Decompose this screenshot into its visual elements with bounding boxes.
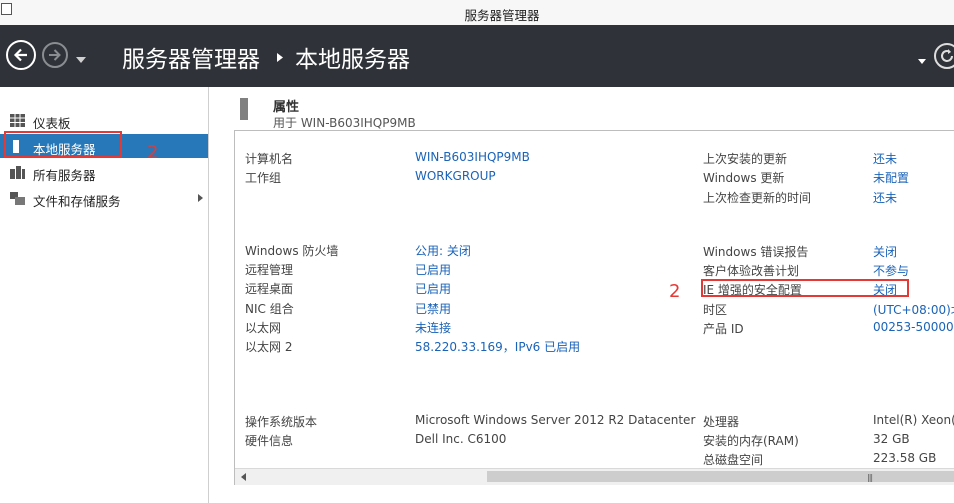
annotation-box <box>701 279 909 297</box>
prop-key: 远程管理 <box>245 263 294 277</box>
header-bar: 服务器管理器 本地服务器 <box>0 25 954 87</box>
prop-value-link[interactable]: 关闭 <box>873 243 897 260</box>
sidebar-item-label: 所有服务器 <box>33 168 96 183</box>
prop-value-link[interactable]: 还未 <box>873 150 897 167</box>
prop-value: 32 GB <box>873 432 910 446</box>
prop-value-link[interactable]: WORKGROUP <box>415 169 496 183</box>
prop-value-link[interactable]: 未配置 <box>873 169 909 186</box>
file-storage-icon <box>10 192 25 205</box>
prop-value-link[interactable]: (UTC+08:00)北 <box>873 301 954 318</box>
prop-value-link[interactable]: WIN-B603IHQP9MB <box>415 150 530 164</box>
horizontal-scrollbar[interactable]: ||| <box>235 468 954 485</box>
prop-value-link[interactable]: 不参与 <box>873 262 909 279</box>
section-marker <box>240 98 248 120</box>
servers-icon <box>10 166 25 179</box>
prop-value-link[interactable]: 已禁用 <box>415 300 451 317</box>
scroll-left-icon[interactable] <box>241 473 246 481</box>
prop-key: 处理器 <box>703 415 740 429</box>
prop-value: 223.58 GB <box>873 451 937 465</box>
prop-value: Dell Inc. C6100 <box>415 432 507 446</box>
prop-key: 安装的内存(RAM) <box>703 434 799 448</box>
prop-value-link[interactable]: 00253-50000- <box>873 320 954 334</box>
prop-key: Windows 更新 <box>703 171 785 185</box>
arrow-right-icon <box>49 49 61 61</box>
prop-key: 时区 <box>703 303 728 317</box>
sidebar-item-file-storage[interactable]: 文件和存储服务 <box>0 186 208 210</box>
arrow-left-icon <box>13 48 27 62</box>
prop-key: 上次安装的更新 <box>703 152 788 166</box>
sidebar-item-label: 仪表板 <box>33 116 71 131</box>
forward-button[interactable] <box>42 42 68 68</box>
prop-value-link[interactable]: 公用: 关闭 <box>415 242 471 259</box>
prop-key: 远程桌面 <box>245 282 294 296</box>
breadcrumb-current: 本地服务器 <box>295 47 410 73</box>
prop-key: 以太网 <box>245 321 282 335</box>
chevron-down-icon <box>76 57 86 63</box>
header-dropdown[interactable] <box>918 53 926 67</box>
window-title: 服务器管理器 <box>464 8 540 23</box>
prop-key: 硬件信息 <box>245 434 294 448</box>
prop-key: 计算机名 <box>245 152 294 166</box>
scroll-grip-icon: ||| <box>867 473 873 482</box>
breadcrumb-separator-icon <box>277 51 283 65</box>
sidebar-item-all-servers[interactable]: 所有服务器 <box>0 160 208 184</box>
sidebar-item-label: 文件和存储服务 <box>33 194 121 209</box>
prop-key: Windows 错误报告 <box>703 245 809 259</box>
prop-value-link[interactable]: 未连接 <box>415 319 451 336</box>
prop-value-link[interactable]: 已启用 <box>415 280 451 297</box>
prop-key: 总磁盘空间 <box>703 453 764 467</box>
prop-value: Microsoft Windows Server 2012 R2 Datacen… <box>415 413 696 427</box>
prop-value-link[interactable]: 58.220.33.169，IPv6 已启用 <box>415 338 580 355</box>
prop-value-link[interactable]: 还未 <box>873 189 897 206</box>
prop-key: 操作系统版本 <box>245 415 318 429</box>
prop-key: NIC 组合 <box>245 302 294 316</box>
properties-panel <box>234 130 954 485</box>
properties-title: 属性 <box>273 100 300 115</box>
chevron-down-icon <box>918 59 926 64</box>
expand-arrow-icon[interactable] <box>198 194 203 202</box>
prop-key: 工作组 <box>245 171 282 185</box>
prop-key: 以太网 2 <box>245 340 293 354</box>
back-button[interactable] <box>6 40 36 70</box>
refresh-button[interactable] <box>934 43 954 69</box>
prop-key: Windows 防火墙 <box>245 244 339 258</box>
scrollbar-thumb[interactable] <box>487 471 954 482</box>
nav-history-dropdown[interactable] <box>76 52 86 66</box>
annotation-number: 2 <box>147 142 159 163</box>
prop-value: Intel(R) Xeon( <box>873 413 954 427</box>
prop-value-link[interactable]: 已启用 <box>415 261 451 278</box>
annotation-number: 2 <box>669 281 681 302</box>
title-bar: 服务器管理器 <box>0 0 954 26</box>
prop-key: 客户体验改善计划 <box>703 264 800 278</box>
properties-subtitle: 用于 WIN-B603IHQP9MB <box>273 116 416 130</box>
dashboard-icon <box>10 114 25 127</box>
breadcrumb-root[interactable]: 服务器管理器 <box>122 40 260 74</box>
refresh-icon <box>941 49 953 62</box>
prop-key: 上次检查更新的时间 <box>703 191 812 205</box>
prop-key: 产品 ID <box>703 322 744 336</box>
annotation-box <box>4 131 122 158</box>
sidebar-item-dashboard[interactable]: 仪表板 <box>0 108 208 132</box>
